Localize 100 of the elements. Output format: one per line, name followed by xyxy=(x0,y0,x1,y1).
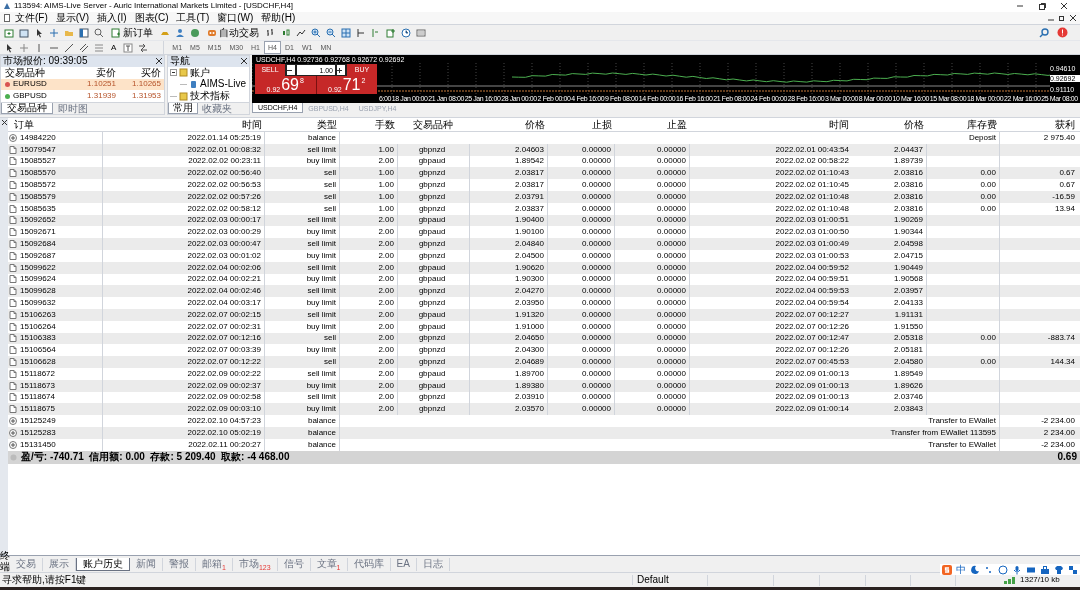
template-icon[interactable] xyxy=(416,27,426,38)
add-indicator-icon[interactable] xyxy=(386,27,396,38)
terminal-tab[interactable]: 账户历史 xyxy=(76,557,130,571)
tree-item[interactable]: 账户 xyxy=(190,67,210,78)
window-icon[interactable] xyxy=(19,27,29,38)
chart-shift-icon[interactable] xyxy=(356,27,366,38)
table-cell: 2.00 xyxy=(340,308,398,321)
crosshair-icon[interactable] xyxy=(49,27,59,38)
table-cell: 15118673 xyxy=(20,381,55,390)
panel-tab[interactable]: 常用 xyxy=(168,103,198,114)
trendline-icon[interactable] xyxy=(64,42,74,53)
zoom-out-icon[interactable] xyxy=(326,27,336,38)
document-icon xyxy=(9,405,17,414)
terminal-tab[interactable]: 交易 xyxy=(10,557,43,571)
column-header[interactable]: 获利 xyxy=(1000,119,1078,130)
minimize-icon[interactable] xyxy=(1016,2,1024,10)
close-icon[interactable] xyxy=(241,58,247,65)
magnifier-icon[interactable] xyxy=(94,27,104,38)
input-mode-label[interactable]: 中 xyxy=(956,564,966,575)
column-header[interactable]: 价格 xyxy=(470,119,548,130)
input-method-logo-icon[interactable] xyxy=(942,564,952,575)
moon-icon[interactable] xyxy=(970,564,980,575)
candlestick-icon[interactable] xyxy=(281,27,291,38)
table-cell-text: -16.59 xyxy=(1051,191,1076,203)
terminal-tab[interactable]: 警报 xyxy=(163,557,196,571)
table-cell: 15085570 xyxy=(20,169,56,178)
punctuation-icon[interactable] xyxy=(984,564,994,575)
shirt-icon[interactable] xyxy=(1054,564,1064,575)
menu-item[interactable]: 窗口(W) xyxy=(213,13,258,23)
column-header[interactable]: 时间 xyxy=(690,119,852,130)
collapse-icon[interactable] xyxy=(170,69,177,77)
table-cell-text: 2022.02.04 00:59:54 xyxy=(774,297,850,309)
restore-icon[interactable] xyxy=(1038,2,1046,10)
zoom-in-icon[interactable] xyxy=(311,27,321,38)
line-chart-icon[interactable] xyxy=(296,27,306,38)
menu-item[interactable]: 显示(V) xyxy=(51,13,94,23)
symbol-row[interactable]: GBPUSD 1.31939 1.31953 xyxy=(1,90,164,102)
close-icon[interactable] xyxy=(1070,15,1076,21)
table-cell: 15079547 xyxy=(20,145,56,154)
table-cell: 15125249 xyxy=(20,417,56,425)
search-icon[interactable] xyxy=(1039,27,1049,38)
toolbox-icon[interactable] xyxy=(1040,564,1050,575)
table-cell: sell xyxy=(265,202,340,215)
menu-item[interactable]: 工具(T) xyxy=(172,13,214,23)
terminal-tab[interactable]: 新闻 xyxy=(130,557,163,571)
arrows-icon[interactable] xyxy=(138,42,149,53)
column-header[interactable]: 止损 xyxy=(548,119,615,130)
window-icon[interactable] xyxy=(79,27,89,38)
menu-item[interactable]: 插入(I) xyxy=(93,13,131,23)
menu-item[interactable]: 帮助(H) xyxy=(257,13,300,23)
table-cell: 2022.02.03 00:00:47 xyxy=(103,238,265,250)
table-cell: gbpaud xyxy=(398,261,470,274)
column-header[interactable]: 手数 xyxy=(340,119,398,130)
lot-increase-button[interactable] xyxy=(337,65,345,75)
column-header[interactable]: 订单 xyxy=(8,119,103,130)
microphone-icon[interactable] xyxy=(1012,564,1022,575)
bar-chart-icon[interactable] xyxy=(266,27,276,38)
terminal-tab[interactable]: 日志 xyxy=(416,557,450,571)
terminal-tab[interactable]: 信号 xyxy=(277,557,311,571)
document-icon xyxy=(9,240,17,249)
notification-icon[interactable] xyxy=(1057,27,1068,38)
tree-item[interactable]: 技术指标 xyxy=(190,91,230,102)
new-chart-icon[interactable] xyxy=(4,27,14,38)
auto-trading-button[interactable]: 自动交易 xyxy=(205,27,261,38)
table-cell: 0.00000 xyxy=(615,320,690,333)
cursor-icon[interactable] xyxy=(34,27,44,38)
tile-windows-icon[interactable] xyxy=(341,27,351,38)
clock-icon[interactable] xyxy=(401,27,411,38)
menu-item[interactable]: 图表(C) xyxy=(130,13,173,23)
tree-item[interactable]: AIMS-Live xyxy=(200,79,247,90)
grid-icon[interactable] xyxy=(1068,564,1078,575)
person-icon[interactable] xyxy=(175,27,185,38)
terminal-tab[interactable]: EA xyxy=(390,557,417,571)
cursor-icon[interactable] xyxy=(4,42,14,53)
column-header[interactable]: 价格 xyxy=(852,119,927,130)
table-cell-text: 2022.02.07 00:12:26 xyxy=(774,344,850,357)
panel-tab[interactable]: 收藏夹 xyxy=(198,103,236,114)
close-icon[interactable] xyxy=(156,58,162,65)
symbol-row[interactable]: EURUSD 1.10251 1.10265 xyxy=(1,78,164,91)
restore-icon[interactable] xyxy=(1059,15,1065,21)
menu-item[interactable]: 文件(F) xyxy=(11,13,52,23)
column-header[interactable]: 时间 xyxy=(103,119,265,130)
column-header[interactable]: 交易品种 xyxy=(398,119,470,130)
table-cell-text: 2022.02.03 01:00:51 xyxy=(774,214,850,227)
close-icon[interactable] xyxy=(1060,2,1068,10)
new-order-button[interactable]: 新订单 xyxy=(109,27,155,38)
column-header[interactable]: 类型 xyxy=(265,119,340,130)
column-header[interactable]: 止盈 xyxy=(615,119,690,130)
text-tool[interactable]: A xyxy=(109,43,119,52)
lot-decrease-button[interactable] xyxy=(287,65,295,75)
close-icon[interactable] xyxy=(1,120,7,125)
table-cell: 0.00000 xyxy=(615,143,690,156)
table-cell-text: 2022.02.07 00:12:47 xyxy=(774,332,850,345)
table-cell: 2.04133 xyxy=(852,297,927,309)
channel-icon[interactable] xyxy=(79,42,89,53)
panel-tab[interactable]: 交易品种 xyxy=(1,103,53,114)
panel-tab[interactable]: 即时图 xyxy=(53,103,93,114)
document-icon xyxy=(9,145,17,154)
terminal-tab[interactable]: 代码库 xyxy=(347,557,391,571)
column-header[interactable]: 库存费 xyxy=(927,119,1000,130)
